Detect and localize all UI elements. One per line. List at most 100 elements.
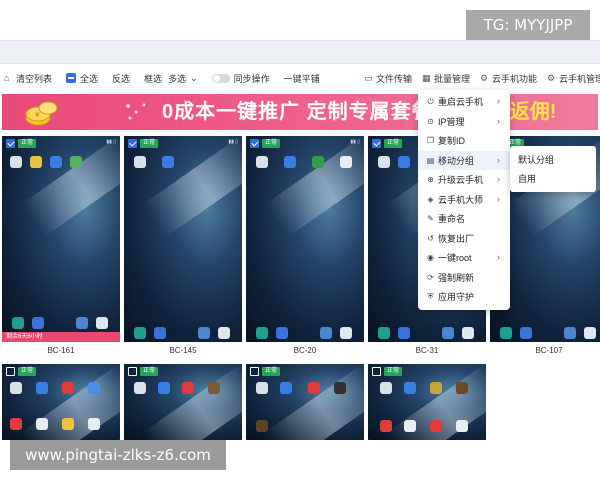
phone-card[interactable]: 正常 (246, 364, 364, 440)
app-icon[interactable] (340, 156, 352, 168)
app-icon[interactable] (134, 382, 146, 394)
phone-checkbox[interactable] (128, 367, 137, 376)
phone-checkbox[interactable] (6, 367, 15, 376)
menu-item-restart[interactable]: ⏻ 重启云手机 › (418, 92, 510, 112)
app-icon[interactable] (88, 418, 100, 430)
app-icon[interactable] (398, 156, 410, 168)
browser-icon[interactable] (218, 327, 230, 339)
app-icon[interactable] (134, 156, 146, 168)
sync-operation-toggle[interactable]: 同步操作 (211, 72, 270, 85)
box-select-button[interactable]: 框选 (144, 72, 162, 85)
app-icon[interactable] (404, 420, 416, 432)
settings-icon[interactable] (12, 317, 24, 329)
files-icon[interactable] (520, 327, 532, 339)
files-icon[interactable] (154, 327, 166, 339)
app-icon[interactable] (312, 156, 324, 168)
browser-icon[interactable] (96, 317, 108, 329)
phone-checkbox[interactable] (6, 139, 15, 148)
app-icon[interactable] (456, 420, 468, 432)
app-icon[interactable] (430, 420, 442, 432)
menu-item-upgrade[interactable]: ⊕ 升级云手机 › (418, 170, 510, 190)
files-icon[interactable] (276, 327, 288, 339)
tile-windows-button[interactable]: 一键平铺 (284, 72, 320, 85)
status-badge: 正常 (262, 139, 281, 148)
invert-select-button[interactable]: 反选 (112, 72, 130, 85)
menu-item-factory-reset[interactable]: ↺ 恢复出厂 (418, 229, 510, 249)
browser-icon[interactable] (340, 327, 352, 339)
app-icon[interactable] (404, 382, 416, 394)
cloud-function-button[interactable]: ⚙ 云手机功能 (480, 72, 537, 85)
menu-item-master[interactable]: ◈ 云手机大师 › (418, 190, 510, 210)
app-icon[interactable] (10, 156, 22, 168)
phone-card[interactable]: 正常 (124, 364, 242, 440)
app-icon[interactable] (256, 382, 268, 394)
gallery-icon[interactable] (198, 327, 210, 339)
app-icon[interactable] (456, 382, 468, 394)
app-icon[interactable] (62, 382, 74, 394)
phone-card-bc-145[interactable]: 正常 ▮▮ ▯ (124, 136, 242, 342)
menu-item-force-refresh[interactable]: ⟳ 强制刷新 (418, 268, 510, 288)
files-icon[interactable] (398, 327, 410, 339)
gallery-icon[interactable] (442, 327, 454, 339)
chevron-right-icon: › (497, 252, 500, 262)
browser-icon[interactable] (584, 327, 596, 339)
app-icon[interactable] (10, 382, 22, 394)
cloud-manage-button[interactable]: ⚙ 云手机管理 (547, 72, 600, 85)
app-icon[interactable] (158, 382, 170, 394)
app-icon[interactable] (208, 382, 220, 394)
app-icon[interactable] (380, 382, 392, 394)
app-icon[interactable] (256, 156, 268, 168)
app-icon[interactable] (70, 156, 82, 168)
menu-item-ip-manage[interactable]: ⊙ IP管理 › (418, 112, 510, 132)
menu-item-copy-id[interactable]: ❐ 复制ID (418, 131, 510, 151)
gallery-icon[interactable] (76, 317, 88, 329)
app-icon[interactable] (182, 382, 194, 394)
dock (246, 324, 364, 342)
phone-checkbox[interactable] (250, 367, 259, 376)
app-icon[interactable] (36, 418, 48, 430)
app-icon[interactable] (10, 418, 22, 430)
clear-list-button[interactable]: ⌂ 清空列表 (4, 72, 52, 85)
settings-icon[interactable] (500, 327, 512, 339)
phone-checkbox[interactable] (250, 139, 259, 148)
app-icon[interactable] (334, 382, 346, 394)
context-menu: ⏻ 重启云手机 › ⊙ IP管理 › ❐ 复制ID ▤ 移动分组 › ⊕ 升级云… (418, 90, 510, 310)
browser-icon[interactable] (462, 327, 474, 339)
multi-select-dropdown[interactable]: 多选 ⌄ (168, 72, 198, 85)
menu-item-app-guard[interactable]: ⛨ 应用守护 (418, 287, 510, 307)
app-icon[interactable] (36, 382, 48, 394)
phone-card-bc-20[interactable]: 正常 ▮▮ ▯ (246, 136, 364, 342)
app-icon[interactable] (162, 156, 174, 168)
app-icon[interactable] (378, 156, 390, 168)
phone-card[interactable]: 正常 (2, 364, 120, 440)
app-icon[interactable] (62, 418, 74, 430)
app-icon[interactable] (380, 420, 392, 432)
app-icon[interactable] (256, 420, 268, 432)
phone-checkbox[interactable] (128, 139, 137, 148)
menu-item-root[interactable]: ◉ 一键root › (418, 248, 510, 268)
file-transfer-button[interactable]: ▭ 文件传输 (364, 72, 412, 85)
select-all-checkbox[interactable]: 全选 (66, 72, 98, 85)
menu-item-rename[interactable]: ✎ 重命名 (418, 209, 510, 229)
submenu-item-personal[interactable]: 自用 (510, 169, 596, 188)
phone-checkbox[interactable] (372, 367, 381, 376)
app-icon[interactable] (308, 382, 320, 394)
submenu-item-default-group[interactable]: 默认分组 (510, 150, 596, 169)
gallery-icon[interactable] (320, 327, 332, 339)
app-icon[interactable] (280, 382, 292, 394)
app-icon[interactable] (30, 156, 42, 168)
app-icon[interactable] (88, 382, 100, 394)
files-icon[interactable] (32, 317, 44, 329)
app-icon[interactable] (430, 382, 442, 394)
settings-icon[interactable] (378, 327, 390, 339)
batch-manage-button[interactable]: ▦ 批量管理 (422, 72, 470, 85)
menu-item-move-group[interactable]: ▤ 移动分组 › (418, 150, 510, 170)
gallery-icon[interactable] (564, 327, 576, 339)
app-icon[interactable] (284, 156, 296, 168)
phone-card[interactable]: 正常 (368, 364, 486, 440)
settings-icon[interactable] (256, 327, 268, 339)
phone-card-bc-161[interactable]: 正常 ▮▮ ▯ 剩余6天6小时 (2, 136, 120, 342)
phone-checkbox[interactable] (372, 139, 381, 148)
app-icon[interactable] (50, 156, 62, 168)
settings-icon[interactable] (134, 327, 146, 339)
